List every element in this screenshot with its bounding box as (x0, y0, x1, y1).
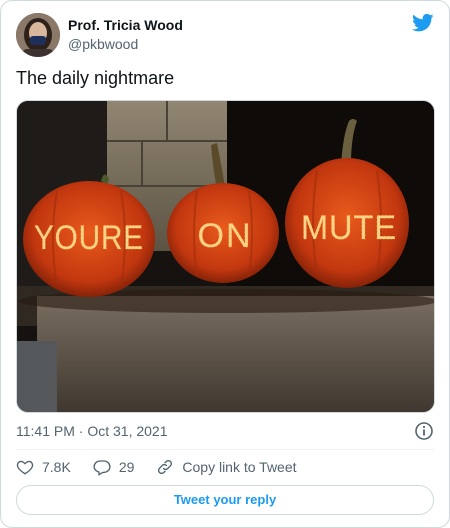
tweet-reply-button[interactable]: Tweet your reply (16, 485, 434, 515)
reply-action[interactable]: 29 (93, 458, 135, 476)
like-button[interactable]: 7.8K (16, 458, 71, 476)
tweet-header: Prof. Tricia Wood @pkbwood (16, 13, 434, 57)
tweet-timestamp[interactable]: 11:41 PM · Oct 31, 2021 (16, 421, 168, 441)
tweet-text: The daily nightmare (16, 68, 175, 88)
info-icon[interactable] (414, 421, 434, 441)
heart-icon (16, 460, 34, 475)
reply-icon (93, 460, 111, 476)
author-names: Prof. Tricia Wood @pkbwood (68, 16, 183, 54)
pumpkin-word-youre: YOURE (34, 219, 144, 257)
like-count: 7.8K (42, 459, 71, 475)
reply-count: 29 (118, 459, 135, 475)
divider (16, 449, 434, 450)
link-icon (158, 459, 173, 475)
copy-link-button[interactable]: Copy link to Tweet (156, 458, 297, 476)
tweet-photo[interactable]: YOURE ON MUTE (16, 100, 435, 413)
author-handle[interactable]: @pkbwood (68, 34, 183, 54)
copy-link-label: Copy link to Tweet (182, 459, 297, 475)
author-display-name[interactable]: Prof. Tricia Wood (68, 16, 183, 34)
twitter-bird-icon[interactable] (412, 13, 434, 33)
pumpkin-word-on: ON (198, 217, 253, 255)
action-bar: 7.8K 29 Copy link to Tweet (16, 456, 319, 478)
pumpkin-word-mute: MUTE (301, 209, 397, 247)
avatar[interactable] (16, 13, 60, 57)
tweet-card: Prof. Tricia Wood @pkbwood The daily nig… (0, 0, 450, 528)
